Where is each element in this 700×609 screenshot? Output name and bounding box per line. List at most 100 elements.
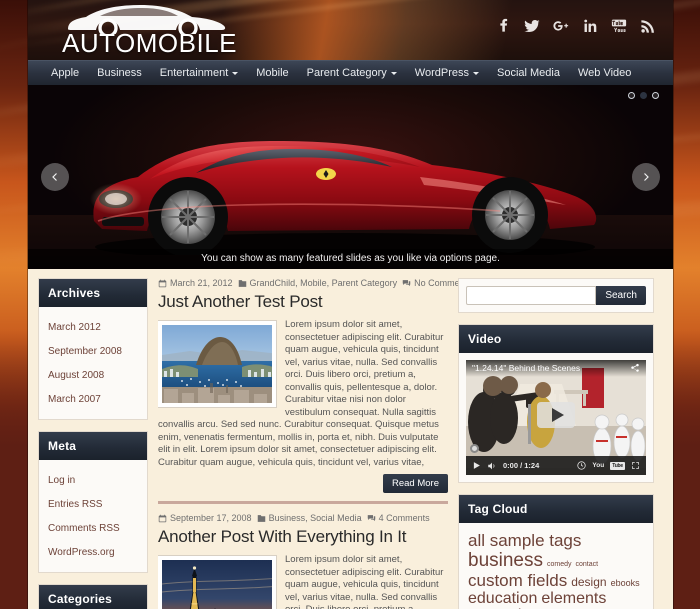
tag-cloud-widget-title: Tag Cloud [459,495,653,523]
right-sidebar: Search Video "1.24.14" Behind the Scenes… [458,278,654,609]
video-progress-handle[interactable] [470,444,479,453]
post-content: Lorem ipsum dolor sit amet, consectetuer… [158,319,448,469]
tag-cloud-link[interactable]: comedy [547,561,572,568]
post-categories-text: GrandChild, Mobile, Parent Category [249,278,398,288]
rss-icon[interactable] [639,17,657,35]
calendar-icon [158,279,167,287]
search-widget: Search [458,278,654,313]
list-item: March 2012 [48,314,138,338]
post-date: September 17, 2008 [158,513,252,523]
tag-cloud-link[interactable]: ebooks [611,578,640,588]
nav-item-label: Business [97,66,142,79]
fullscreen-icon[interactable] [631,461,640,470]
tag-cloud-body: all sample tagsbusiness comedy contact cust… [459,523,653,609]
chevron-down-icon [472,72,479,75]
video-play-button[interactable] [537,402,575,429]
site-logo[interactable]: AUTOMOBILE [60,4,238,58]
video-time-display: 0:00 / 1:24 [503,461,540,470]
tag-cloud-link[interactable]: all sample tags [468,532,581,550]
meta-link-comments-rss[interactable]: Comments RSS [48,523,120,534]
archives-widget: Archives March 2012 September 2008 Augus… [38,278,148,420]
nav-item-entertainment[interactable]: Entertainment [151,61,247,86]
post-content: Lorem ipsum dolor sit amet, consectetuer… [158,554,448,609]
post-thumbnail-image-rio [162,325,272,403]
post-date-text: September 17, 2008 [170,513,252,523]
archives-widget-title: Archives [39,279,147,307]
nav-item-web-video[interactable]: Web Video [569,61,640,86]
nav-item-business[interactable]: Business [88,61,151,86]
post-comments[interactable]: 4 Comments [367,513,430,523]
tag-cloud-link[interactable]: education [468,590,537,608]
tag-cloud-link[interactable]: business [468,550,543,571]
tag-cloud-link[interactable]: contact [576,561,599,568]
tag-cloud-link[interactable]: custom fields [468,571,567,590]
nav-item-social-media[interactable]: Social Media [488,61,569,86]
nav-item-label: Web Video [577,66,632,79]
comment-icon [367,514,375,521]
play-icon[interactable] [472,461,481,470]
slider-dot-1[interactable] [628,92,635,99]
watch-later-clock-icon[interactable] [577,461,587,470]
volume-icon[interactable] [487,461,497,471]
slider-pagination [628,92,659,99]
archives-link[interactable]: March 2007 [48,394,101,405]
video-widget: Video "1.24.14" Behind the Scenes 0:00 /… [458,324,654,483]
post-thumbnail[interactable] [158,556,276,609]
meta-link-wordpress-org[interactable]: WordPress.org [48,547,115,558]
content-area: Archives March 2012 September 2008 Augus… [28,269,673,609]
video-title: "1.24.14" Behind the Scenes [472,363,581,373]
slider-next-button[interactable] [632,163,660,191]
tag-cloud-link[interactable]: design [571,576,606,589]
google-plus-icon[interactable] [552,17,570,35]
site-logo-text: AUTOMOBILE [62,28,238,58]
nav-item-parent-category[interactable]: Parent Category [298,61,406,86]
post-title[interactable]: Another Post With Everything In It [158,527,448,547]
read-more-button[interactable]: Read More [383,474,448,493]
search-button[interactable]: Search [596,286,646,305]
left-sidebar: Archives March 2012 September 2008 Augus… [38,278,148,609]
slider-prev-button[interactable] [41,163,69,191]
archives-link[interactable]: August 2008 [48,370,104,381]
search-input[interactable] [466,286,597,305]
post-item: March 21, 2012 GrandChild, Mobile, Paren… [158,278,472,501]
twitter-icon[interactable] [523,17,541,35]
nav-item-wordpress[interactable]: WordPress [406,61,488,86]
post-date: March 21, 2012 [158,278,233,288]
site-header: AUTOMOBILE [28,0,673,60]
social-links [494,17,657,35]
nav-item-label: Mobile [256,66,289,79]
archives-link[interactable]: March 2012 [48,322,101,333]
slider-dot-3[interactable] [652,92,659,99]
post-item: September 17, 2008 Business, Social Medi… [158,501,448,609]
nav-item-label: Apple [51,66,80,79]
post-meta: March 21, 2012 GrandChild, Mobile, Paren… [158,278,472,288]
post-thumbnail[interactable] [158,321,276,407]
post-title[interactable]: Just Another Test Post [158,292,448,312]
post-categories[interactable]: Business, Social Media [257,513,362,523]
list-item: Comments RSS [48,515,138,539]
share-icon[interactable] [630,363,640,373]
post-comments-text: 4 Comments [378,513,430,523]
meta-link-login[interactable]: Log in [48,475,75,486]
post-list: March 21, 2012 GrandChild, Mobile, Paren… [158,278,472,609]
categories-widget: Categories Apple Business Entertainment … [38,584,148,609]
meta-widget-body: Log in Entries RSS Comments RSS WordPres… [39,460,147,572]
play-triangle-icon [551,408,564,423]
post-date-text: March 21, 2012 [170,278,233,288]
nav-item-label: WordPress [414,66,469,79]
youtube-player[interactable]: "1.24.14" Behind the Scenes 0:00 / 1:24 [466,360,646,475]
tag-cloud-link[interactable]: elements [541,590,606,608]
list-item: Log in [48,467,138,491]
facebook-icon[interactable] [494,17,512,35]
archives-link[interactable]: September 2008 [48,346,122,357]
nav-item-mobile[interactable]: Mobile [247,61,297,86]
chevron-right-icon [644,173,649,181]
nav-item-apple[interactable]: Apple [42,61,88,86]
archives-widget-body: March 2012 September 2008 August 2008 Ma… [39,307,147,419]
youtube-icon[interactable] [610,17,628,35]
post-categories[interactable]: GrandChild, Mobile, Parent Category [238,278,398,288]
slider-dot-2[interactable] [640,92,647,99]
linkedin-icon[interactable] [581,17,599,35]
meta-link-entries-rss[interactable]: Entries RSS [48,499,102,510]
meta-widget: Meta Log in Entries RSS Comments RSS Wor… [38,431,148,573]
